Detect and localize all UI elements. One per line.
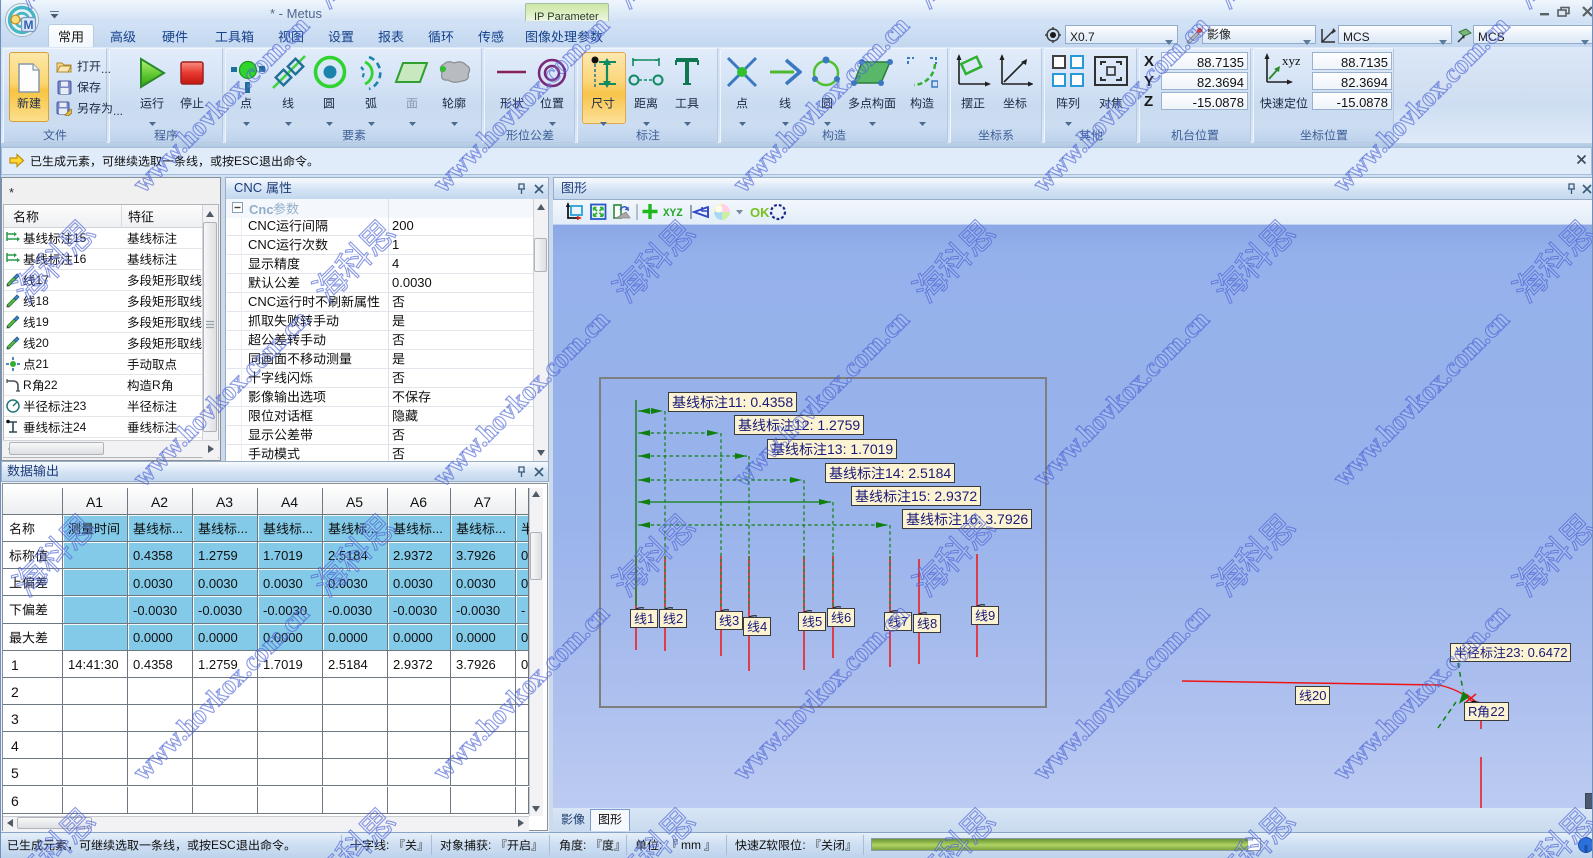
svg-text:OK: OK — [750, 205, 770, 220]
svg-text:xyz: xyz — [1282, 53, 1300, 68]
svg-text:M: M — [24, 18, 34, 32]
svg-text:XYZ: XYZ — [663, 208, 683, 220]
